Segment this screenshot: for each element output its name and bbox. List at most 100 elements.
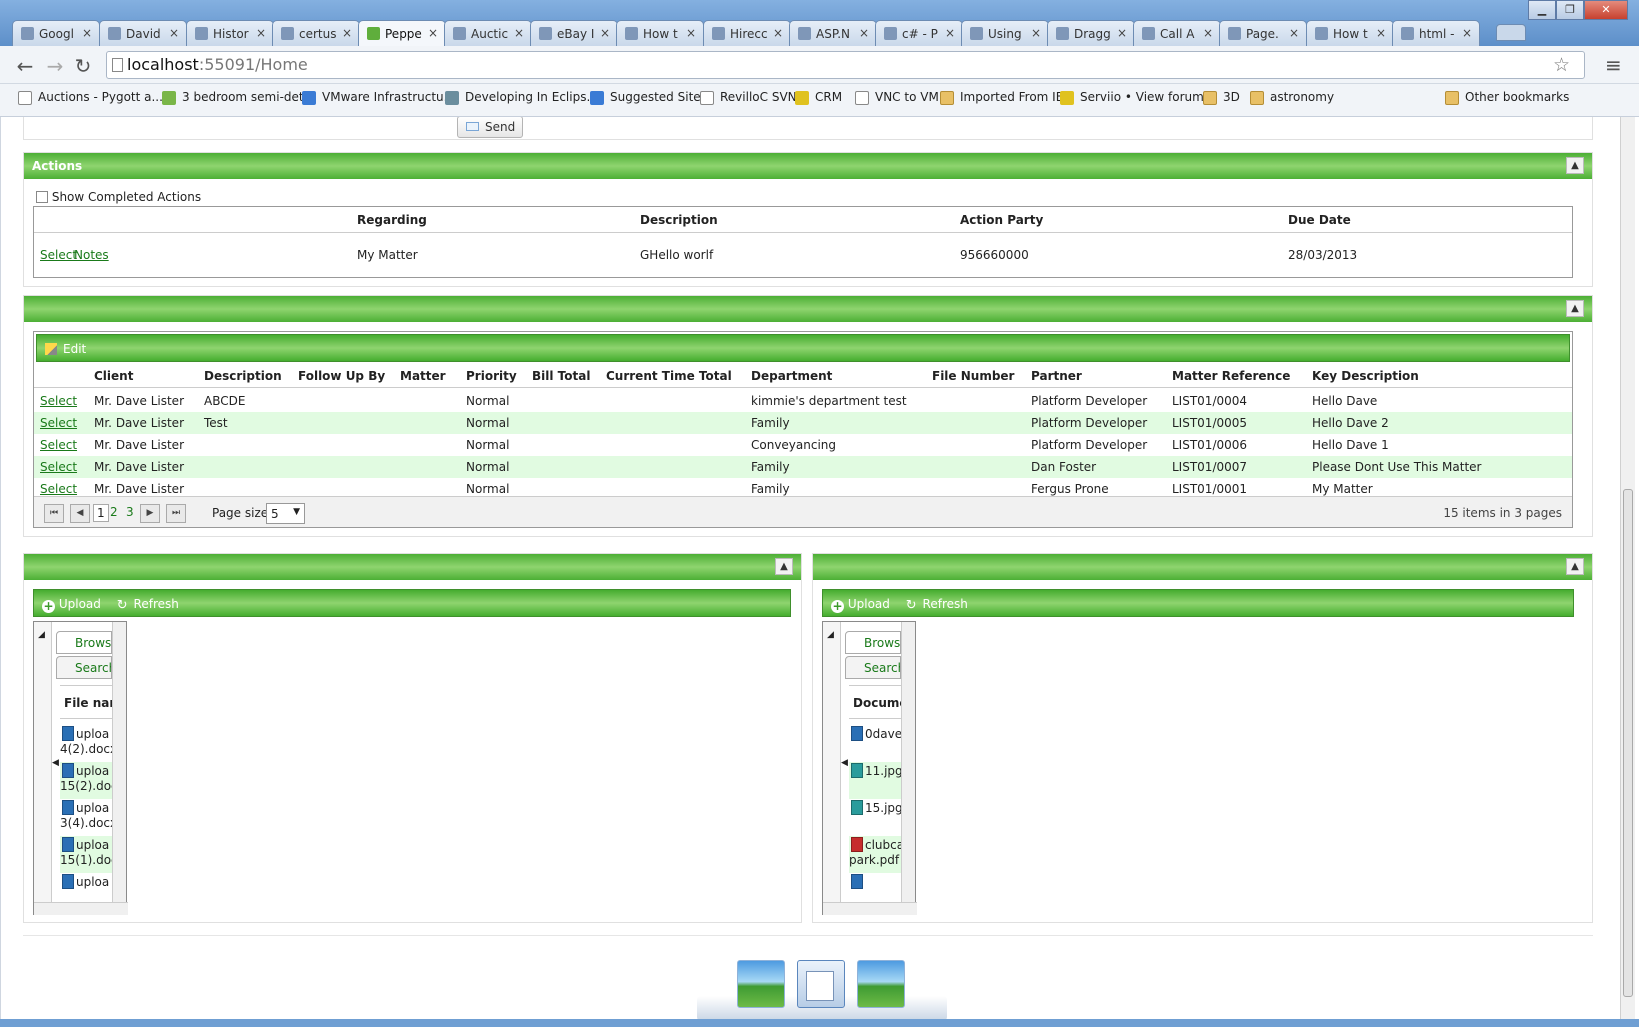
tab-1[interactable]: David × bbox=[99, 20, 187, 46]
close-tab-icon[interactable]: × bbox=[514, 26, 524, 40]
select-link[interactable]: Select bbox=[40, 482, 77, 496]
tab-14[interactable]: Page. × bbox=[1219, 20, 1307, 46]
col-description[interactable]: Description bbox=[204, 369, 282, 383]
file-item[interactable]: uploa 4(2).docx bbox=[60, 725, 112, 762]
close-tab-icon[interactable]: × bbox=[1203, 26, 1213, 40]
bookmark-item[interactable]: Developing In Eclips... bbox=[445, 90, 598, 105]
send-button[interactable]: Send bbox=[457, 117, 523, 138]
right-refresh-button[interactable]: Refresh bbox=[923, 597, 968, 611]
page-1[interactable]: 1 bbox=[93, 504, 109, 522]
col-regarding[interactable]: Regarding bbox=[357, 213, 427, 227]
file-item[interactable]: clubca park.pdf bbox=[849, 836, 901, 873]
notes-link[interactable]: Notes bbox=[74, 248, 109, 262]
col-key-description[interactable]: Key Description bbox=[1312, 369, 1419, 383]
left_files-search-tab[interactable]: Search bbox=[56, 656, 112, 679]
right_files-hscroll[interactable] bbox=[841, 902, 917, 915]
bookmark-star-icon[interactable]: ☆ bbox=[1553, 54, 1570, 76]
close-tab-icon[interactable]: × bbox=[773, 26, 783, 40]
tab-7[interactable]: How t × bbox=[616, 20, 704, 46]
bookmark-item[interactable]: Auctions - Pygott a... bbox=[18, 90, 163, 105]
close-tab-icon[interactable]: × bbox=[600, 26, 610, 40]
collapse-tree-icon[interactable]: ◢ bbox=[827, 630, 834, 640]
new-tab-button[interactable] bbox=[1496, 24, 1526, 41]
right-upload-button[interactable]: Upload bbox=[848, 597, 890, 611]
close-tab-icon[interactable]: × bbox=[342, 26, 352, 40]
close-tab-icon[interactable]: × bbox=[1289, 26, 1299, 40]
tab-11[interactable]: Using × bbox=[961, 20, 1049, 46]
close-tab-icon[interactable]: × bbox=[428, 26, 438, 40]
left_files-list-header[interactable]: File nam bbox=[60, 685, 112, 719]
col-file-number[interactable]: File Number bbox=[932, 369, 1014, 383]
col-matter-reference[interactable]: Matter Reference bbox=[1172, 369, 1290, 383]
bookmark-item[interactable]: VMware Infrastructu... bbox=[302, 90, 455, 105]
first-page-button[interactable]: ⏮ bbox=[44, 504, 64, 523]
file-item[interactable]: uploa 3(4).docx bbox=[60, 799, 112, 836]
tab-5[interactable]: Auctic × bbox=[444, 20, 532, 46]
col-client[interactable]: Client bbox=[94, 369, 133, 383]
prev-page-button[interactable]: ◀ bbox=[70, 504, 90, 523]
bookmark-item[interactable]: Other bookmarks bbox=[1445, 90, 1569, 105]
page-3[interactable]: 3 bbox=[126, 505, 134, 519]
tab-8[interactable]: Hirecc × bbox=[703, 20, 791, 46]
minimize-button[interactable]: ▁ bbox=[1528, 0, 1556, 20]
close-window-button[interactable]: ✕ bbox=[1584, 0, 1628, 20]
left_files-browse-tab[interactable]: Browse bbox=[56, 631, 112, 654]
left_files-tree-hscroll[interactable] bbox=[34, 902, 52, 915]
tab-9[interactable]: ASP.N × bbox=[789, 20, 877, 46]
splitter-arrow-icon[interactable]: ◀ bbox=[841, 758, 848, 768]
back-button[interactable]: ← bbox=[12, 54, 38, 78]
left-refresh-button[interactable]: Refresh bbox=[134, 597, 179, 611]
bookmark-item[interactable]: CRM bbox=[795, 90, 842, 105]
col-bill-total[interactable]: Bill Total bbox=[532, 369, 590, 383]
col-action-party[interactable]: Action Party bbox=[960, 213, 1043, 227]
col-matter[interactable]: Matter bbox=[400, 369, 446, 383]
right_files-list-header[interactable]: Docume bbox=[849, 685, 901, 719]
bookmark-item[interactable]: 3 bedroom semi-det... bbox=[162, 90, 315, 105]
close-tab-icon[interactable]: × bbox=[256, 26, 266, 40]
window-thumbnail[interactable] bbox=[797, 960, 845, 1008]
close-tab-icon[interactable]: × bbox=[169, 26, 179, 40]
forward-button[interactable]: → bbox=[42, 54, 68, 78]
splitter-arrow-icon[interactable]: ◀ bbox=[52, 758, 59, 768]
select-link[interactable]: Select bbox=[40, 438, 77, 452]
tab-15[interactable]: How t × bbox=[1306, 20, 1394, 46]
collapse-right-files-button[interactable]: ▲ bbox=[1566, 558, 1584, 575]
tab-6[interactable]: eBay I × bbox=[530, 20, 618, 46]
collapse-left-files-button[interactable]: ▲ bbox=[775, 558, 793, 575]
right_files-tree-hscroll[interactable] bbox=[823, 902, 841, 915]
left_files-hscroll[interactable] bbox=[52, 902, 128, 915]
tab-2[interactable]: Histor × bbox=[186, 20, 274, 46]
col-follow-up-by[interactable]: Follow Up By bbox=[298, 369, 385, 383]
bookmark-item[interactable]: Imported From IE bbox=[940, 90, 1063, 105]
close-tab-icon[interactable]: × bbox=[1031, 26, 1041, 40]
file-item[interactable]: 15.jpg bbox=[849, 799, 901, 836]
right_files-vscroll[interactable] bbox=[901, 622, 915, 902]
select-link[interactable]: Select bbox=[40, 394, 77, 408]
collapse-matters-button[interactable]: ▲ bbox=[1566, 300, 1584, 317]
last-page-button[interactable]: ⏭ bbox=[166, 504, 186, 523]
browser-menu-icon[interactable]: ≡ bbox=[1605, 53, 1622, 77]
bookmark-item[interactable]: VNC to VM bbox=[855, 90, 939, 105]
tab-13[interactable]: Call A × bbox=[1133, 20, 1221, 46]
col-priority[interactable]: Priority bbox=[466, 369, 517, 383]
close-tab-icon[interactable]: × bbox=[1462, 26, 1472, 40]
col-partner[interactable]: Partner bbox=[1031, 369, 1082, 383]
close-tab-icon[interactable]: × bbox=[686, 26, 696, 40]
right_files-browse-tab[interactable]: Browse bbox=[845, 631, 901, 654]
col-current-time-total[interactable]: Current Time Total bbox=[606, 369, 732, 383]
tab-12[interactable]: Dragg × bbox=[1047, 20, 1135, 46]
file-item[interactable]: 11.jpg bbox=[849, 762, 901, 799]
left_files-vscroll[interactable] bbox=[112, 622, 126, 902]
collapse-tree-icon[interactable]: ◢ bbox=[38, 630, 45, 640]
col-description[interactable]: Description bbox=[640, 213, 718, 227]
close-tab-icon[interactable]: × bbox=[82, 26, 92, 40]
reload-button[interactable]: ↻ bbox=[70, 54, 96, 78]
show-completed-checkbox[interactable] bbox=[36, 191, 48, 203]
select-link[interactable]: Select bbox=[40, 460, 77, 474]
window-thumbnail[interactable] bbox=[737, 960, 785, 1008]
tab-0[interactable]: Googl × bbox=[12, 20, 100, 46]
next-page-button[interactable]: ▶ bbox=[140, 504, 160, 523]
close-tab-icon[interactable]: × bbox=[1376, 26, 1386, 40]
select-link[interactable]: Select bbox=[40, 416, 77, 430]
close-tab-icon[interactable]: × bbox=[945, 26, 955, 40]
